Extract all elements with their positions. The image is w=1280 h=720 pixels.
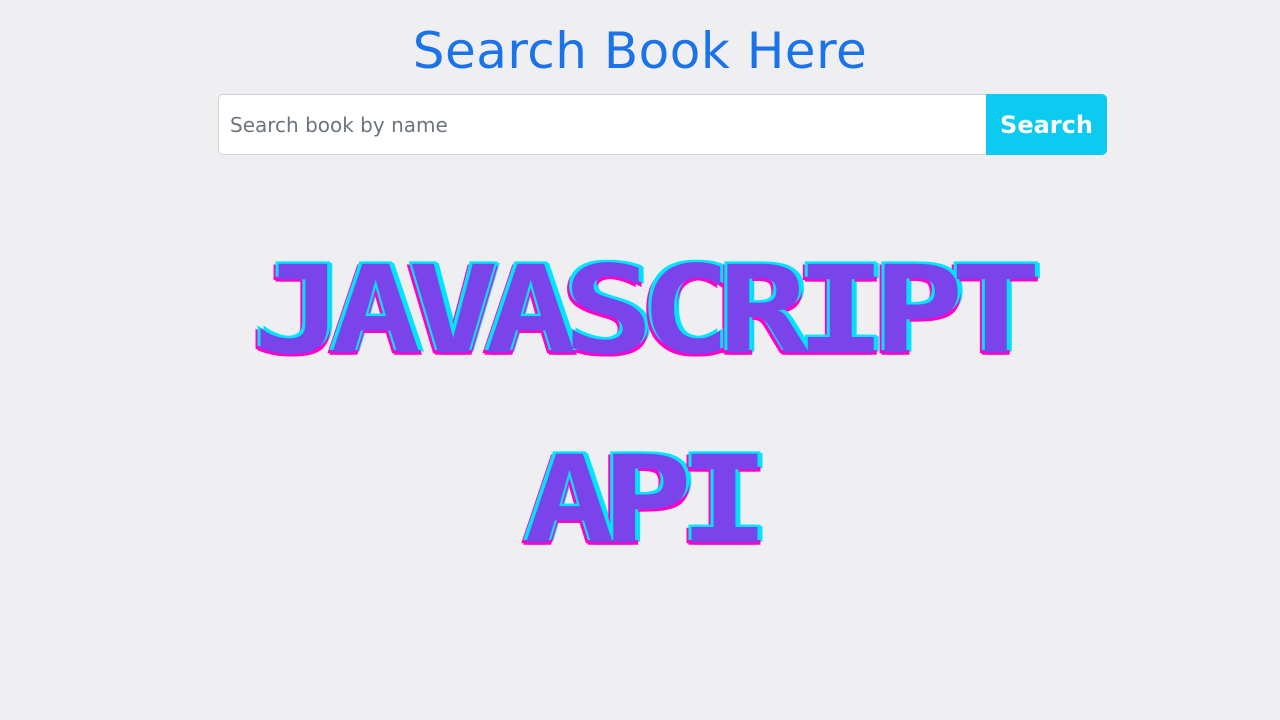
search-input[interactable] bbox=[218, 94, 986, 155]
page: Search Book Here Search JAVASCRIPT API bbox=[0, 0, 1280, 720]
search-bar: Search bbox=[218, 94, 1107, 155]
page-title: Search Book Here bbox=[412, 22, 868, 80]
hero-text-javascript: JAVASCRIPT bbox=[252, 239, 1041, 382]
search-button[interactable]: Search bbox=[986, 94, 1107, 155]
hero-text-api: API bbox=[523, 429, 771, 572]
